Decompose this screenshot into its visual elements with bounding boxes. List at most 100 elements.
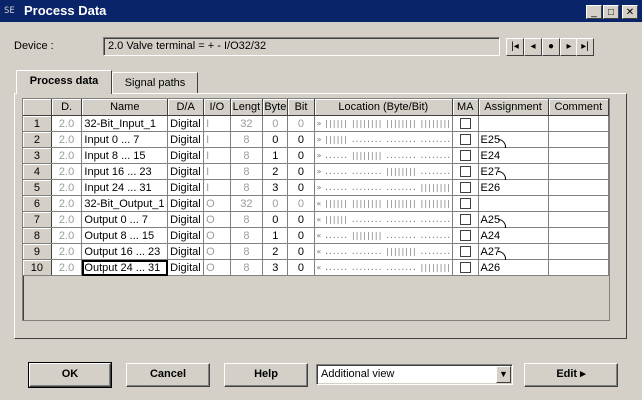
- cell-device[interactable]: 2.0: [51, 195, 83, 212]
- cell-length[interactable]: 8: [230, 179, 264, 196]
- cell-assignment[interactable]: [478, 115, 549, 132]
- cell-device[interactable]: 2.0: [51, 131, 83, 148]
- cell-name[interactable]: Output 8 ... 15: [81, 227, 169, 244]
- cell-comment[interactable]: [548, 227, 609, 244]
- cell-io[interactable]: I: [203, 115, 231, 132]
- cell-type[interactable]: Digital: [167, 211, 205, 228]
- ma-checkbox[interactable]: [459, 166, 471, 178]
- cell-bit[interactable]: 0: [287, 227, 315, 244]
- cell-name[interactable]: Output 24 ... 31: [81, 259, 169, 276]
- cell-device[interactable]: 2.0: [51, 163, 83, 180]
- cell-name[interactable]: Output 16 ... 23: [81, 243, 169, 260]
- cell-type[interactable]: Digital: [167, 179, 205, 196]
- cell-ma[interactable]: [452, 163, 479, 180]
- cell-ma[interactable]: [452, 115, 479, 132]
- cell-type[interactable]: Digital: [167, 259, 205, 276]
- cell-location[interactable]: « ...... ........ |||||||| ........: [314, 243, 454, 260]
- cell-io[interactable]: O: [203, 211, 231, 228]
- cell-name[interactable]: 32-Bit_Output_1: [81, 195, 169, 212]
- cell-length[interactable]: 32: [230, 195, 264, 212]
- cell-location[interactable]: « ...... |||||||| ........ ........: [314, 227, 454, 244]
- cell-name[interactable]: Input 0 ... 7: [81, 131, 169, 148]
- cell-comment[interactable]: [548, 131, 609, 148]
- cell-io[interactable]: I: [203, 163, 231, 180]
- cell-name[interactable]: Input 16 ... 23: [81, 163, 169, 180]
- cell-ma[interactable]: [452, 211, 479, 228]
- tab-process-data[interactable]: Process data: [16, 70, 112, 94]
- cell-byte[interactable]: 0: [262, 115, 289, 132]
- cell-assignment[interactable]: E25: [478, 131, 549, 155]
- cell-name[interactable]: Output 0 ... 7: [81, 211, 169, 228]
- cell-assignment[interactable]: E27: [478, 163, 549, 187]
- ma-checkbox[interactable]: [459, 118, 471, 130]
- cell-device[interactable]: 2.0: [51, 211, 83, 228]
- column-header[interactable]: Location (Byte/Bit): [314, 99, 454, 116]
- cell-byte[interactable]: 2: [262, 163, 289, 180]
- cell-byte[interactable]: 0: [262, 131, 289, 148]
- chevron-down-icon[interactable]: ▼: [496, 366, 511, 383]
- cell-ma[interactable]: [452, 179, 479, 196]
- cell-name[interactable]: Input 8 ... 15: [81, 147, 169, 164]
- cell-length[interactable]: 8: [230, 211, 264, 228]
- cell-location[interactable]: » ...... ........ ........ ||||||||: [314, 179, 454, 196]
- cell-length[interactable]: 8: [230, 163, 264, 180]
- cell-type[interactable]: Digital: [167, 227, 205, 244]
- ma-checkbox[interactable]: [459, 230, 471, 242]
- minimize-icon[interactable]: _: [586, 5, 602, 19]
- cell-io[interactable]: O: [203, 195, 231, 212]
- table-row[interactable]: 5 2.0 Input 24 ... 31 Digital I 8 3 0» ...... .…: [23, 179, 609, 196]
- cell-comment[interactable]: [548, 115, 609, 132]
- cell-bit[interactable]: 0: [287, 115, 315, 132]
- edit-button[interactable]: Edit ▸: [524, 363, 618, 387]
- cell-location[interactable]: » ...... |||||||| ........ ........: [314, 147, 454, 164]
- cell-name[interactable]: Input 24 ... 31: [81, 179, 169, 196]
- cell-assignment[interactable]: E26: [478, 179, 549, 196]
- cell-bit[interactable]: 0: [287, 259, 315, 276]
- prev-icon[interactable]: ◂: [524, 38, 542, 56]
- cell-comment[interactable]: [548, 243, 609, 260]
- cell-location[interactable]: « |||||| ........ ........ ........: [314, 211, 454, 228]
- cell-io[interactable]: I: [203, 131, 231, 148]
- cell-comment[interactable]: [548, 211, 609, 228]
- column-header[interactable]: MA: [452, 99, 479, 116]
- ma-checkbox[interactable]: [459, 182, 471, 194]
- cell-ma[interactable]: [452, 131, 479, 148]
- cell-bit[interactable]: 0: [287, 163, 315, 180]
- additional-view-select[interactable]: Additional view: [316, 364, 513, 385]
- current-icon[interactable]: ●: [542, 38, 560, 56]
- cell-comment[interactable]: [548, 259, 609, 276]
- cell-bit[interactable]: 0: [287, 211, 315, 228]
- cell-bit[interactable]: 0: [287, 243, 315, 260]
- cell-device[interactable]: 2.0: [51, 227, 83, 244]
- cell-comment[interactable]: [548, 195, 609, 212]
- table-row[interactable]: 1 2.0 32-Bit_Input_1 Digital I 32 0 0» |||||| |…: [23, 115, 609, 132]
- cell-assignment[interactable]: A24: [478, 227, 549, 244]
- cell-location[interactable]: « ...... ........ ........ ||||||||: [314, 259, 454, 276]
- table-row[interactable]: 4 2.0 Input 16 ... 23 Digital I 8 2 0» ...... .…: [23, 163, 609, 187]
- cell-length[interactable]: 32: [230, 115, 264, 132]
- cell-bit[interactable]: 0: [287, 195, 315, 212]
- cell-device[interactable]: 2.0: [51, 179, 83, 196]
- cell-byte[interactable]: 3: [262, 259, 289, 276]
- cell-comment[interactable]: [548, 179, 609, 196]
- column-header[interactable]: Comment: [548, 99, 609, 116]
- cell-comment[interactable]: [548, 163, 609, 180]
- ok-button[interactable]: OK: [28, 362, 112, 388]
- cell-device[interactable]: 2.0: [51, 115, 83, 132]
- title-bar[interactable]: SE Process Data _ □ ✕: [0, 0, 642, 22]
- column-header[interactable]: D.: [51, 99, 83, 116]
- cell-type[interactable]: Digital: [167, 131, 205, 148]
- ma-checkbox[interactable]: [459, 214, 471, 226]
- column-header[interactable]: D/A: [167, 99, 205, 116]
- cell-location[interactable]: » |||||| ........ ........ ........: [314, 131, 454, 148]
- cell-location[interactable]: » |||||| |||||||| |||||||| ||||||||: [314, 115, 454, 132]
- cell-length[interactable]: 8: [230, 259, 264, 276]
- close-icon[interactable]: ✕: [622, 5, 638, 19]
- cell-type[interactable]: Digital: [167, 115, 205, 132]
- cell-ma[interactable]: [452, 227, 479, 244]
- ma-checkbox[interactable]: [459, 262, 471, 274]
- cell-io[interactable]: O: [203, 243, 231, 260]
- cell-length[interactable]: 8: [230, 227, 264, 244]
- cell-location[interactable]: » ...... ........ |||||||| ........: [314, 163, 454, 180]
- cell-type[interactable]: Digital: [167, 195, 205, 212]
